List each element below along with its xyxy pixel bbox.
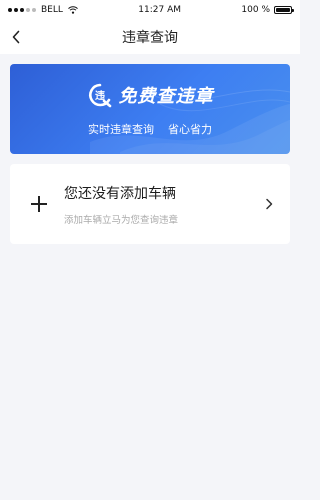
add-vehicle-text: 您还没有添加车辆 添加车辆立马为您查询违章 xyxy=(64,183,262,226)
add-vehicle-title: 您还没有添加车辆 xyxy=(64,185,176,202)
banner-subtitle-left: 实时违章查询 xyxy=(88,123,154,136)
navigation-bar: 违章查询 xyxy=(0,20,300,54)
violation-logo-icon: 违 xyxy=(88,83,111,108)
clock-label: 11:27 AM xyxy=(138,5,182,15)
banner-wave-decoration xyxy=(90,89,290,154)
add-vehicle-description: 添加车辆立马为您查询违章 xyxy=(64,214,179,226)
add-vehicle-card[interactable]: 您还没有添加车辆 添加车辆立马为您查询违章 xyxy=(10,164,290,244)
banner-subtitle-right: 省心省力 xyxy=(168,123,212,136)
battery-icon xyxy=(274,6,294,14)
banner-title: 免费查违章 xyxy=(118,86,214,107)
chevron-right-icon xyxy=(262,197,276,211)
promo-banner: 违 免费查违章 实时违章查询 省心省力 xyxy=(10,64,290,154)
status-right: 100 % xyxy=(241,5,294,15)
status-bar: BELL 11:27 AM 100 % xyxy=(0,0,300,20)
back-button[interactable] xyxy=(4,25,28,49)
signal-icon xyxy=(8,8,36,12)
chevron-left-icon xyxy=(12,30,20,44)
battery-fill xyxy=(276,8,290,12)
wifi-icon xyxy=(68,6,78,14)
page-title: 违章查询 xyxy=(122,30,178,46)
banner-subtitle: 实时违章查询 省心省力 xyxy=(10,121,290,137)
status-left: BELL xyxy=(8,5,78,15)
banner-header: 违 免费查违章 xyxy=(10,82,290,108)
battery-percent: 100 % xyxy=(241,5,270,15)
plus-icon xyxy=(29,194,49,214)
svg-text:违: 违 xyxy=(95,89,105,102)
carrier-label: BELL xyxy=(41,5,63,15)
